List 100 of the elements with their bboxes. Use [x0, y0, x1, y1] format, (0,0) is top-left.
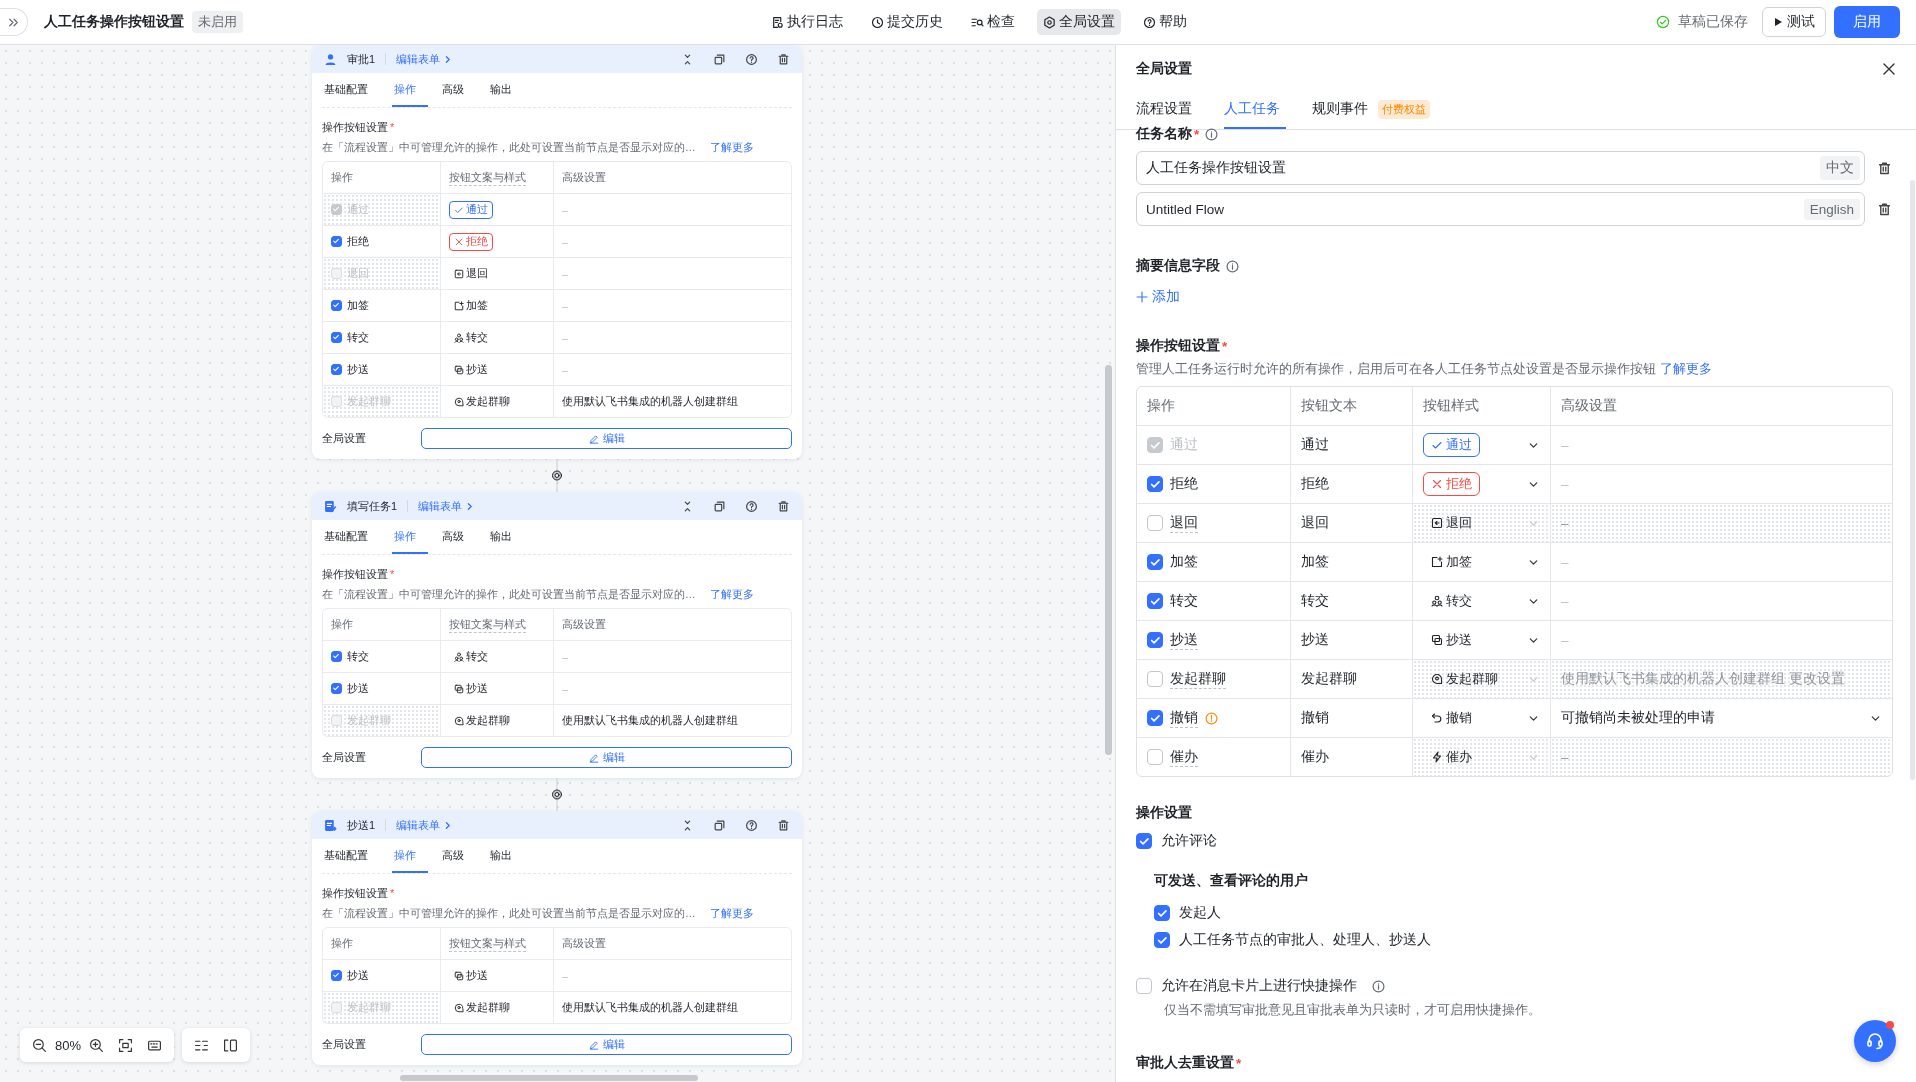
checkbox[interactable]	[1147, 515, 1163, 531]
delete-icon[interactable]	[777, 499, 790, 513]
nav-button[interactable]: 全局设置	[1037, 9, 1121, 35]
checkbox[interactable]	[1136, 978, 1152, 994]
chevron-right-icon	[465, 501, 475, 511]
checkbox[interactable]	[331, 364, 342, 375]
checkbox[interactable]	[331, 970, 342, 981]
panel-tab[interactable]: 人工任务	[1224, 100, 1286, 129]
scrollbar[interactable]	[1910, 180, 1915, 780]
card-tab[interactable]: 输出	[488, 82, 524, 107]
notification-dot	[1886, 1021, 1894, 1029]
close-icon[interactable]	[1882, 62, 1896, 76]
zoom-out-icon[interactable]	[32, 1037, 47, 1053]
name-input[interactable]: 人工任务操作按钮设置 中文	[1136, 151, 1865, 185]
copy-icon	[454, 364, 464, 375]
checkbox[interactable]	[1147, 749, 1163, 765]
section-label: 操作按钮设置	[322, 121, 388, 133]
edit-form-link[interactable]: 编辑表单	[396, 817, 453, 833]
button-style-tag: 抄送	[449, 360, 493, 379]
card-tab[interactable]: 基础配置	[322, 529, 380, 554]
column-header: 高级设置	[553, 609, 791, 640]
checkbox[interactable]	[331, 683, 342, 694]
edit-button[interactable]: 编辑	[421, 428, 792, 449]
checkbox-label: 允许在消息卡片上进行快捷操作	[1161, 977, 1357, 995]
name-input[interactable]: Untitled Flow English	[1136, 192, 1865, 226]
nav-button[interactable]: 执行日志	[765, 9, 849, 35]
enable-button[interactable]: 启用	[1834, 6, 1900, 38]
language-tag: 中文	[1820, 156, 1860, 180]
learn-more-link[interactable]: 了解更多	[709, 907, 754, 921]
checkbox[interactable]	[1147, 671, 1163, 687]
status-badge: 未启用	[192, 11, 243, 33]
nav-button[interactable]: 检查	[965, 9, 1021, 35]
checkbox[interactable]	[1147, 710, 1163, 726]
checkbox[interactable]	[331, 651, 342, 662]
zoom-in-icon[interactable]	[89, 1037, 105, 1053]
connector	[550, 459, 564, 492]
help-icon[interactable]	[745, 499, 758, 513]
copy-icon[interactable]	[713, 818, 726, 832]
copy-icon[interactable]	[713, 52, 726, 66]
checkbox[interactable]	[1154, 905, 1170, 921]
language-tag: English	[1803, 198, 1860, 220]
delete-icon[interactable]	[1877, 160, 1892, 176]
advanced-setting: 使用默认飞书集成的机器人创建群组	[562, 1000, 738, 1015]
advanced-setting: –	[562, 969, 569, 982]
card-tab[interactable]: 操作	[392, 848, 428, 873]
checkbox[interactable]	[1136, 833, 1152, 849]
footer-label: 全局设置	[322, 750, 367, 765]
layout-icon[interactable]	[223, 1037, 239, 1053]
nav-button[interactable]: 帮助	[1137, 9, 1193, 35]
learn-more-link[interactable]: 了解更多	[1660, 360, 1712, 378]
edit-button[interactable]: 编辑	[421, 747, 792, 768]
edit-button[interactable]: 编辑	[421, 1034, 792, 1055]
box-arrow-icon	[1431, 517, 1443, 529]
copy-icon[interactable]	[713, 499, 726, 513]
help-icon[interactable]	[745, 818, 758, 832]
checkbox[interactable]	[1147, 593, 1163, 609]
checkbox-label: 发起人	[1179, 904, 1221, 922]
card-tab[interactable]: 基础配置	[322, 848, 380, 873]
checkbox[interactable]	[1147, 476, 1163, 492]
delete-icon[interactable]	[1877, 201, 1892, 217]
button-style-tag: 抄送	[449, 966, 493, 985]
card-tab[interactable]: 高级	[440, 529, 476, 554]
advanced-setting: –	[562, 299, 569, 312]
check-circle-icon	[1656, 15, 1670, 29]
checkbox[interactable]	[1154, 932, 1170, 948]
checkbox[interactable]	[1147, 632, 1163, 648]
nav-button[interactable]: 提交历史	[865, 9, 949, 35]
card-tab[interactable]: 输出	[488, 848, 524, 873]
checkbox[interactable]	[331, 332, 342, 343]
action-label: 抄送	[1170, 630, 1198, 650]
learn-more-link[interactable]: 了解更多	[709, 588, 754, 602]
node-title: 抄送1	[347, 817, 376, 833]
delete-icon[interactable]	[777, 818, 790, 832]
panel-tab[interactable]: 规则事件	[1312, 100, 1374, 129]
edit-form-link[interactable]: 编辑表单	[396, 51, 453, 67]
node-title: 填写任务1	[347, 498, 398, 514]
card-tab[interactable]: 基础配置	[322, 82, 380, 107]
checkbox[interactable]	[331, 300, 342, 311]
test-button[interactable]: 测试	[1762, 7, 1826, 37]
card-tab[interactable]: 高级	[440, 82, 476, 107]
add-button[interactable]: 添加	[1136, 288, 1180, 306]
check-icon	[332, 684, 341, 693]
delete-icon[interactable]	[777, 52, 790, 66]
card-tab[interactable]: 输出	[488, 529, 524, 554]
checkbox[interactable]	[1147, 554, 1163, 570]
button-style-tag: 发起群聊	[449, 392, 515, 411]
scrollbar[interactable]	[1105, 365, 1112, 755]
support-button[interactable]	[1854, 1020, 1896, 1062]
fit-view-icon[interactable]	[118, 1037, 134, 1053]
help-icon[interactable]	[745, 52, 758, 66]
edit-form-link[interactable]: 编辑表单	[418, 498, 475, 514]
column-header: 高级设置	[553, 928, 791, 959]
advanced-setting: –	[1561, 554, 1569, 570]
scrollbar[interactable]	[400, 1075, 698, 1081]
card-tab[interactable]: 操作	[392, 82, 428, 107]
checkbox[interactable]	[331, 236, 342, 247]
card-tab[interactable]: 高级	[440, 848, 476, 873]
learn-more-link[interactable]: 了解更多	[709, 141, 754, 155]
card-tab[interactable]: 操作	[392, 529, 428, 554]
reject-style-tag: 拒绝	[449, 232, 493, 251]
